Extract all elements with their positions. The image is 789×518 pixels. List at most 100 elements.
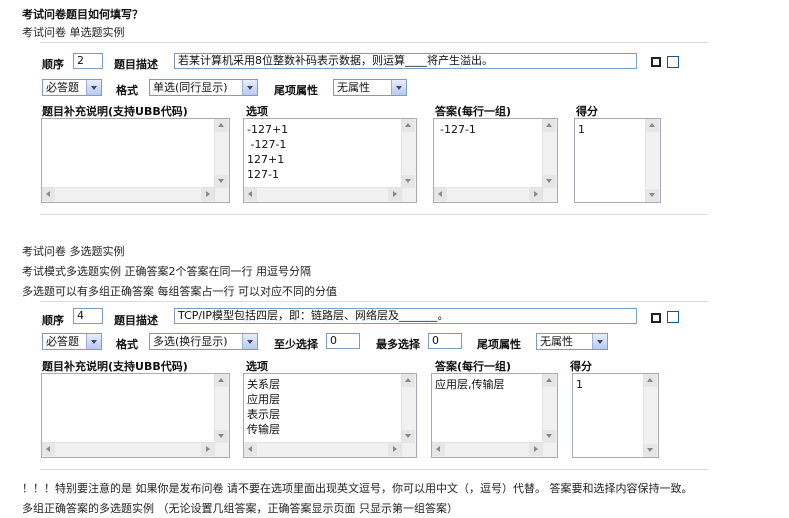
q2-max-input[interactable]: 0: [428, 333, 462, 349]
chevron-down-icon: [391, 80, 406, 95]
scroll-right-icon[interactable]: [201, 188, 214, 201]
scrollbar-vertical[interactable]: [645, 119, 660, 202]
delete-icon[interactable]: [651, 313, 661, 323]
q2-max-label: 最多选择: [376, 338, 420, 351]
q1-desc-input[interactable]: 若某计算机采用8位整数补码表示数据，则运算____将产生溢出。: [174, 53, 637, 69]
q2-note-textarea[interactable]: [41, 373, 230, 458]
q1-answer-textarea[interactable]: -127-1: [433, 118, 558, 203]
q2-order-input[interactable]: 4: [73, 308, 103, 324]
answer-line: -127-1: [440, 123, 476, 136]
scroll-right-icon[interactable]: [529, 188, 542, 201]
q2-order-label: 顺序: [42, 314, 64, 327]
scrollbar-horizontal[interactable]: [42, 442, 214, 457]
scroll-left-icon[interactable]: [42, 443, 55, 456]
scroll-down-icon[interactable]: [402, 175, 415, 188]
scroll-right-icon[interactable]: [388, 443, 401, 456]
scrollbar-vertical[interactable]: [401, 119, 416, 202]
scrollbar-horizontal[interactable]: [432, 442, 542, 457]
q2-min-input[interactable]: 0: [326, 333, 360, 349]
multi-example-note-1: 考试模式多选题实例 正确答案2个答案在同一行 用逗号分隔: [22, 265, 311, 278]
q1-format-label: 格式: [116, 84, 138, 97]
scrollbar-horizontal[interactable]: [42, 187, 214, 202]
q2-answer-textarea[interactable]: 应用层,传输层: [431, 373, 558, 458]
q1-desc-label: 题目描述: [114, 58, 158, 71]
scrollbar-horizontal[interactable]: [434, 187, 542, 202]
scroll-up-icon[interactable]: [543, 119, 556, 132]
option-line: 关系层: [247, 378, 280, 391]
scroll-left-icon[interactable]: [244, 443, 257, 456]
scroll-left-icon[interactable]: [42, 188, 55, 201]
scroll-up-icon[interactable]: [543, 374, 556, 387]
scroll-down-icon[interactable]: [646, 189, 659, 202]
answer-line: 应用层,传输层: [435, 378, 505, 391]
q2-format-select[interactable]: 多选(换行显示): [149, 333, 258, 350]
scroll-right-icon[interactable]: [201, 443, 214, 456]
q2-options-textarea[interactable]: 关系层 应用层 表示层 传输层: [243, 373, 417, 458]
scrollbar-horizontal[interactable]: [244, 442, 401, 457]
scroll-up-icon[interactable]: [215, 119, 228, 132]
multi-example-caption: 考试问卷 多选题实例: [22, 245, 125, 258]
option-line: 127+1: [247, 153, 285, 166]
q2-answer-header: 答案(每行一组): [435, 360, 512, 373]
q2-desc-input[interactable]: TCP/IP模型包括四层，即：链路层、网络层及_______。: [174, 308, 637, 324]
score-line: 1: [576, 378, 583, 391]
q2-note-header: 题目补充说明(支持UBB代码): [42, 360, 188, 373]
delete-icon[interactable]: [651, 57, 661, 67]
scrollbar-vertical[interactable]: [401, 374, 416, 457]
chevron-down-icon: [592, 334, 607, 349]
scrollbar-vertical[interactable]: [214, 374, 229, 457]
multi-example-note-2: 多选题可以有多组正确答案 每组答案占一行 可以对应不同的分值: [22, 285, 337, 298]
scroll-down-icon[interactable]: [644, 444, 657, 457]
q1-note-textarea[interactable]: [41, 118, 230, 203]
scrollbar-vertical[interactable]: [542, 374, 557, 457]
scroll-right-icon[interactable]: [388, 188, 401, 201]
q1-answer-header: 答案(每行一组): [435, 105, 512, 118]
q1-options-header: 选项: [246, 105, 268, 118]
scrollbar-vertical[interactable]: [214, 119, 229, 202]
scrollbar-vertical[interactable]: [643, 374, 658, 457]
chevron-down-icon: [86, 80, 101, 95]
q1-options-textarea[interactable]: -127+1 -127-1 127+1 127-1: [243, 118, 417, 203]
q1-score-textarea[interactable]: 1: [574, 118, 661, 203]
q1-format-select[interactable]: 单选(同行显示): [149, 79, 258, 96]
q1-tail-value: 无属性: [337, 81, 370, 94]
scroll-down-icon[interactable]: [543, 430, 556, 443]
q2-tail-select[interactable]: 无属性: [536, 333, 608, 350]
scroll-down-icon[interactable]: [215, 430, 228, 443]
scrollbar-horizontal[interactable]: [244, 187, 401, 202]
scroll-up-icon[interactable]: [646, 119, 659, 132]
q1-tail-label: 尾项属性: [274, 84, 318, 97]
option-line: 127-1: [247, 168, 279, 181]
q1-order-input[interactable]: 2: [73, 53, 103, 69]
scrollbar-vertical[interactable]: [542, 119, 557, 202]
scroll-down-icon[interactable]: [543, 175, 556, 188]
q2-delete-checkbox[interactable]: [667, 311, 679, 323]
q2-required-select[interactable]: 必答题: [42, 333, 102, 350]
divider-q2-top: [40, 301, 708, 302]
q2-tail-label: 尾项属性: [477, 338, 521, 351]
q2-score-textarea[interactable]: 1: [572, 373, 659, 458]
q1-format-value: 单选(同行显示): [153, 81, 228, 94]
scroll-left-icon[interactable]: [244, 188, 257, 201]
option-line: -127-1: [247, 138, 287, 151]
scroll-left-icon[interactable]: [432, 443, 445, 456]
score-line: 1: [578, 123, 585, 136]
scroll-up-icon[interactable]: [402, 374, 415, 387]
scroll-down-icon[interactable]: [215, 175, 228, 188]
scroll-up-icon[interactable]: [402, 119, 415, 132]
chevron-down-icon: [242, 334, 257, 349]
page-title: 考试问卷题目如何填写？: [22, 8, 143, 21]
scroll-up-icon[interactable]: [215, 374, 228, 387]
q1-delete-checkbox[interactable]: [667, 56, 679, 68]
scroll-down-icon[interactable]: [402, 430, 415, 443]
scroll-left-icon[interactable]: [434, 188, 447, 201]
q2-format-value: 多选(换行显示): [153, 335, 228, 348]
q1-order-label: 顺序: [42, 58, 64, 71]
option-line: -127+1: [247, 123, 289, 136]
q1-required-select[interactable]: 必答题: [42, 79, 102, 96]
scroll-up-icon[interactable]: [644, 374, 657, 387]
q2-min-label: 至少选择: [274, 338, 318, 351]
q2-tail-value: 无属性: [540, 335, 573, 348]
q1-tail-select[interactable]: 无属性: [333, 79, 407, 96]
scroll-right-icon[interactable]: [529, 443, 542, 456]
